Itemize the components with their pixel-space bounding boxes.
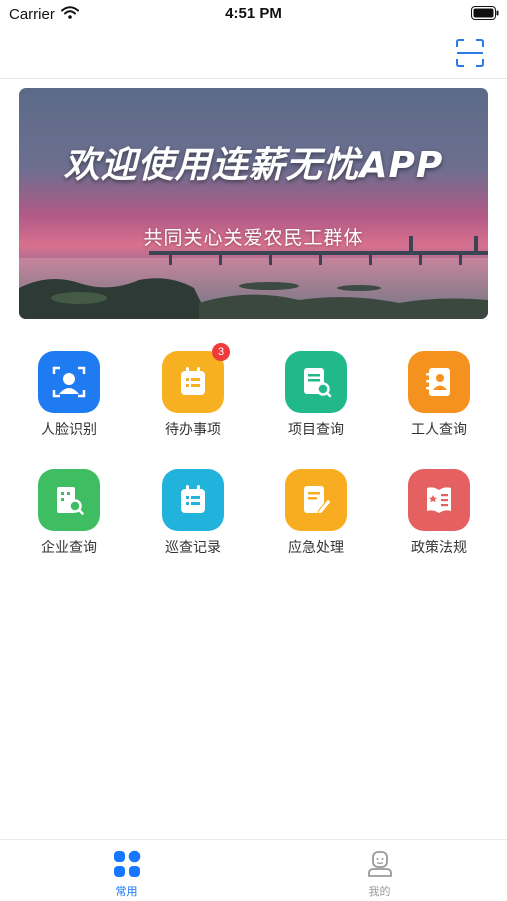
tab-common[interactable]: 常用: [0, 840, 253, 901]
grid-item-label: 巡查记录: [165, 540, 221, 556]
banner-title: 欢迎使用连薪无忧APP: [63, 145, 444, 186]
inspection-record-icon: [162, 469, 224, 531]
tab-mine[interactable]: 我的: [253, 840, 506, 901]
grid-item-inspection-record[interactable]: 巡查记录: [138, 469, 248, 579]
grid-item-label: 待办事项: [165, 422, 221, 438]
status-time: 4:51 PM: [225, 5, 282, 22]
battery-icon: [471, 6, 499, 24]
grid-item-face-recognition[interactable]: 人脸识别: [14, 351, 124, 461]
banner-background-image: [19, 88, 488, 319]
grid-item-project-search[interactable]: 项目查询: [261, 351, 371, 461]
grid-item-label: 工人查询: [411, 422, 467, 438]
grid-item-label: 企业查询: [41, 540, 97, 556]
top-nav: [0, 28, 507, 79]
company-search-icon: [38, 469, 100, 531]
profile-icon: [366, 850, 394, 878]
worker-search-icon: [408, 351, 470, 413]
face-recognition-icon: [38, 351, 100, 413]
grid-item-policy[interactable]: 政策法规: [384, 469, 494, 579]
project-search-icon: [285, 351, 347, 413]
grid-item-worker-search[interactable]: 工人查询: [384, 351, 494, 461]
todo-icon: [162, 351, 224, 413]
grid-item-label: 政策法规: [411, 540, 467, 556]
grid-item-label: 项目查询: [288, 422, 344, 438]
scan-button[interactable]: [455, 38, 485, 68]
banner-subtitle: 共同关心关爱农民工群体: [143, 227, 364, 249]
status-bar: Carrier 4:51 PM: [0, 0, 507, 28]
grid-item-company-search[interactable]: 企业查询: [14, 469, 124, 579]
welcome-banner[interactable]: 欢迎使用连薪无忧APP 共同关心关爱农民工群体: [19, 88, 488, 319]
policy-icon: [408, 469, 470, 531]
grid-apps-icon: [113, 850, 141, 878]
todo-count-badge: 3: [212, 343, 230, 361]
scan-icon: [456, 39, 484, 67]
emergency-icon: [285, 469, 347, 531]
tab-label: 常用: [115, 885, 138, 898]
grid-item-label: 应急处理: [288, 540, 344, 556]
tab-bar: 常用 我的: [0, 839, 507, 901]
grid-item-label: 人脸识别: [41, 422, 97, 438]
grid-item-todo[interactable]: 3 待办事项: [138, 343, 248, 461]
grid-item-emergency[interactable]: 应急处理: [261, 469, 371, 579]
tab-label: 我的: [368, 885, 391, 898]
